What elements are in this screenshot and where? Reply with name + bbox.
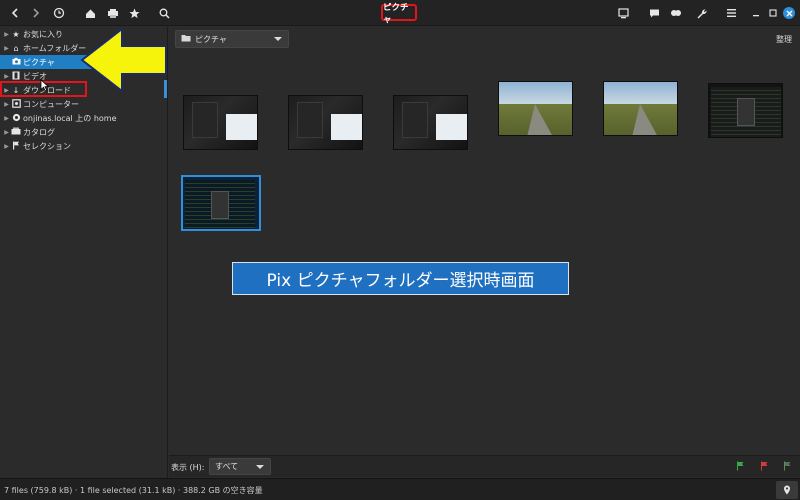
star-icon: ★ (12, 29, 20, 39)
sidebar-item-selection[interactable]: ▶ セレクション (0, 139, 166, 153)
thumbnail-item[interactable] (603, 81, 678, 136)
thumbnail-item[interactable] (183, 95, 258, 150)
close-icon[interactable] (783, 7, 795, 19)
sidebar-item-label: onjinas.local 上の home (23, 113, 117, 123)
folder-dropdown-value: ピクチャ (195, 34, 227, 44)
location-pin-button[interactable] (776, 481, 798, 499)
thumbnail-item[interactable] (288, 95, 363, 150)
thumbnail-browser: ピクチャ 整理 (169, 27, 800, 478)
camera-icon (11, 57, 21, 67)
link-icon[interactable] (667, 4, 685, 22)
wrench-icon[interactable] (692, 4, 710, 22)
view-filter-label: 表示 (H): (171, 463, 205, 472)
mouse-cursor-icon (40, 79, 50, 95)
history-icon[interactable] (50, 4, 68, 22)
expander-icon[interactable]: ▶ (2, 143, 11, 150)
sidebar-item-label: セレクション (23, 141, 71, 151)
home-icon[interactable] (81, 4, 99, 22)
expander-icon[interactable]: ▶ (2, 73, 11, 80)
sidebar-item-label: コンピューター (23, 99, 79, 109)
sidebar-item-computer[interactable]: ▶ コンピューター (0, 97, 166, 111)
folder-dropdown[interactable]: ピクチャ (175, 30, 289, 48)
folder-icon (181, 34, 191, 44)
expander-icon[interactable]: ▶ (2, 45, 11, 52)
status-text: 7 files (759.8 kB) · 1 file selected (31… (4, 486, 263, 495)
home-icon: ⌂ (13, 43, 19, 53)
flag-icon (11, 141, 21, 152)
window-title: ピクチャ (381, 3, 417, 25)
header-bar: ピクチャ (0, 0, 800, 26)
flag-grey-icon[interactable] (783, 461, 792, 474)
flag-green-icon[interactable] (736, 461, 745, 474)
view-filter-dropdown[interactable]: すべて (209, 458, 271, 475)
maximize-icon[interactable] (764, 4, 782, 22)
forward-icon[interactable] (27, 4, 45, 22)
thumbnail-item[interactable] (393, 95, 468, 150)
location-pin-icon (784, 485, 790, 495)
minimize-icon[interactable] (747, 4, 765, 22)
chevron-down-icon (256, 465, 264, 469)
expander-icon[interactable]: ▶ (2, 31, 11, 38)
sidebar-item-network-home[interactable]: ▶ onjinas.local 上の home (0, 111, 166, 125)
sidebar-item-label: カタログ (23, 127, 55, 137)
printer-icon[interactable] (104, 4, 122, 22)
thumbnail-item[interactable] (708, 83, 783, 138)
search-icon[interactable] (155, 4, 173, 22)
catalog-icon (11, 127, 21, 137)
sidebar-item-label: ホームフォルダー (23, 43, 87, 53)
organize-button[interactable]: 整理 (776, 34, 792, 45)
expander-icon[interactable]: ▶ (2, 101, 11, 108)
film-icon (11, 71, 21, 82)
menu-icon[interactable] (722, 4, 740, 22)
star-icon[interactable] (125, 4, 143, 22)
sidebar-item-catalog[interactable]: ▶ カタログ (0, 125, 166, 139)
view-filter-value: すべて (215, 462, 239, 471)
screen-icon[interactable] (614, 4, 632, 22)
view-filter-bar: 表示 (H): すべて (169, 455, 800, 477)
expander-icon[interactable]: ▶ (2, 129, 11, 136)
sidebar-item-label: お気に入り (23, 29, 63, 39)
caption-banner: Pix ピクチャフォルダー選択時画面 (232, 262, 569, 295)
thumbnail-item[interactable] (498, 81, 573, 136)
computer-icon (11, 98, 21, 110)
expander-icon[interactable]: ▶ (2, 115, 11, 122)
chat-icon[interactable] (645, 4, 663, 22)
flag-red-icon[interactable] (760, 461, 769, 474)
thumbnail-item-selected[interactable] (181, 175, 261, 231)
chevron-down-icon (274, 37, 282, 41)
sidebar: ▶ ★ お気に入り ▶ ⌂ ホームフォルダー ピクチャ ▶ ビデオ ▶ ↓ ダウ… (0, 27, 168, 478)
sidebar-item-label: ピクチャ (23, 57, 55, 67)
back-icon[interactable] (6, 4, 24, 22)
pointer-arrow-icon (80, 27, 167, 93)
network-icon (11, 113, 21, 124)
status-bar: 7 files (759.8 kB) · 1 file selected (31… (0, 478, 800, 500)
